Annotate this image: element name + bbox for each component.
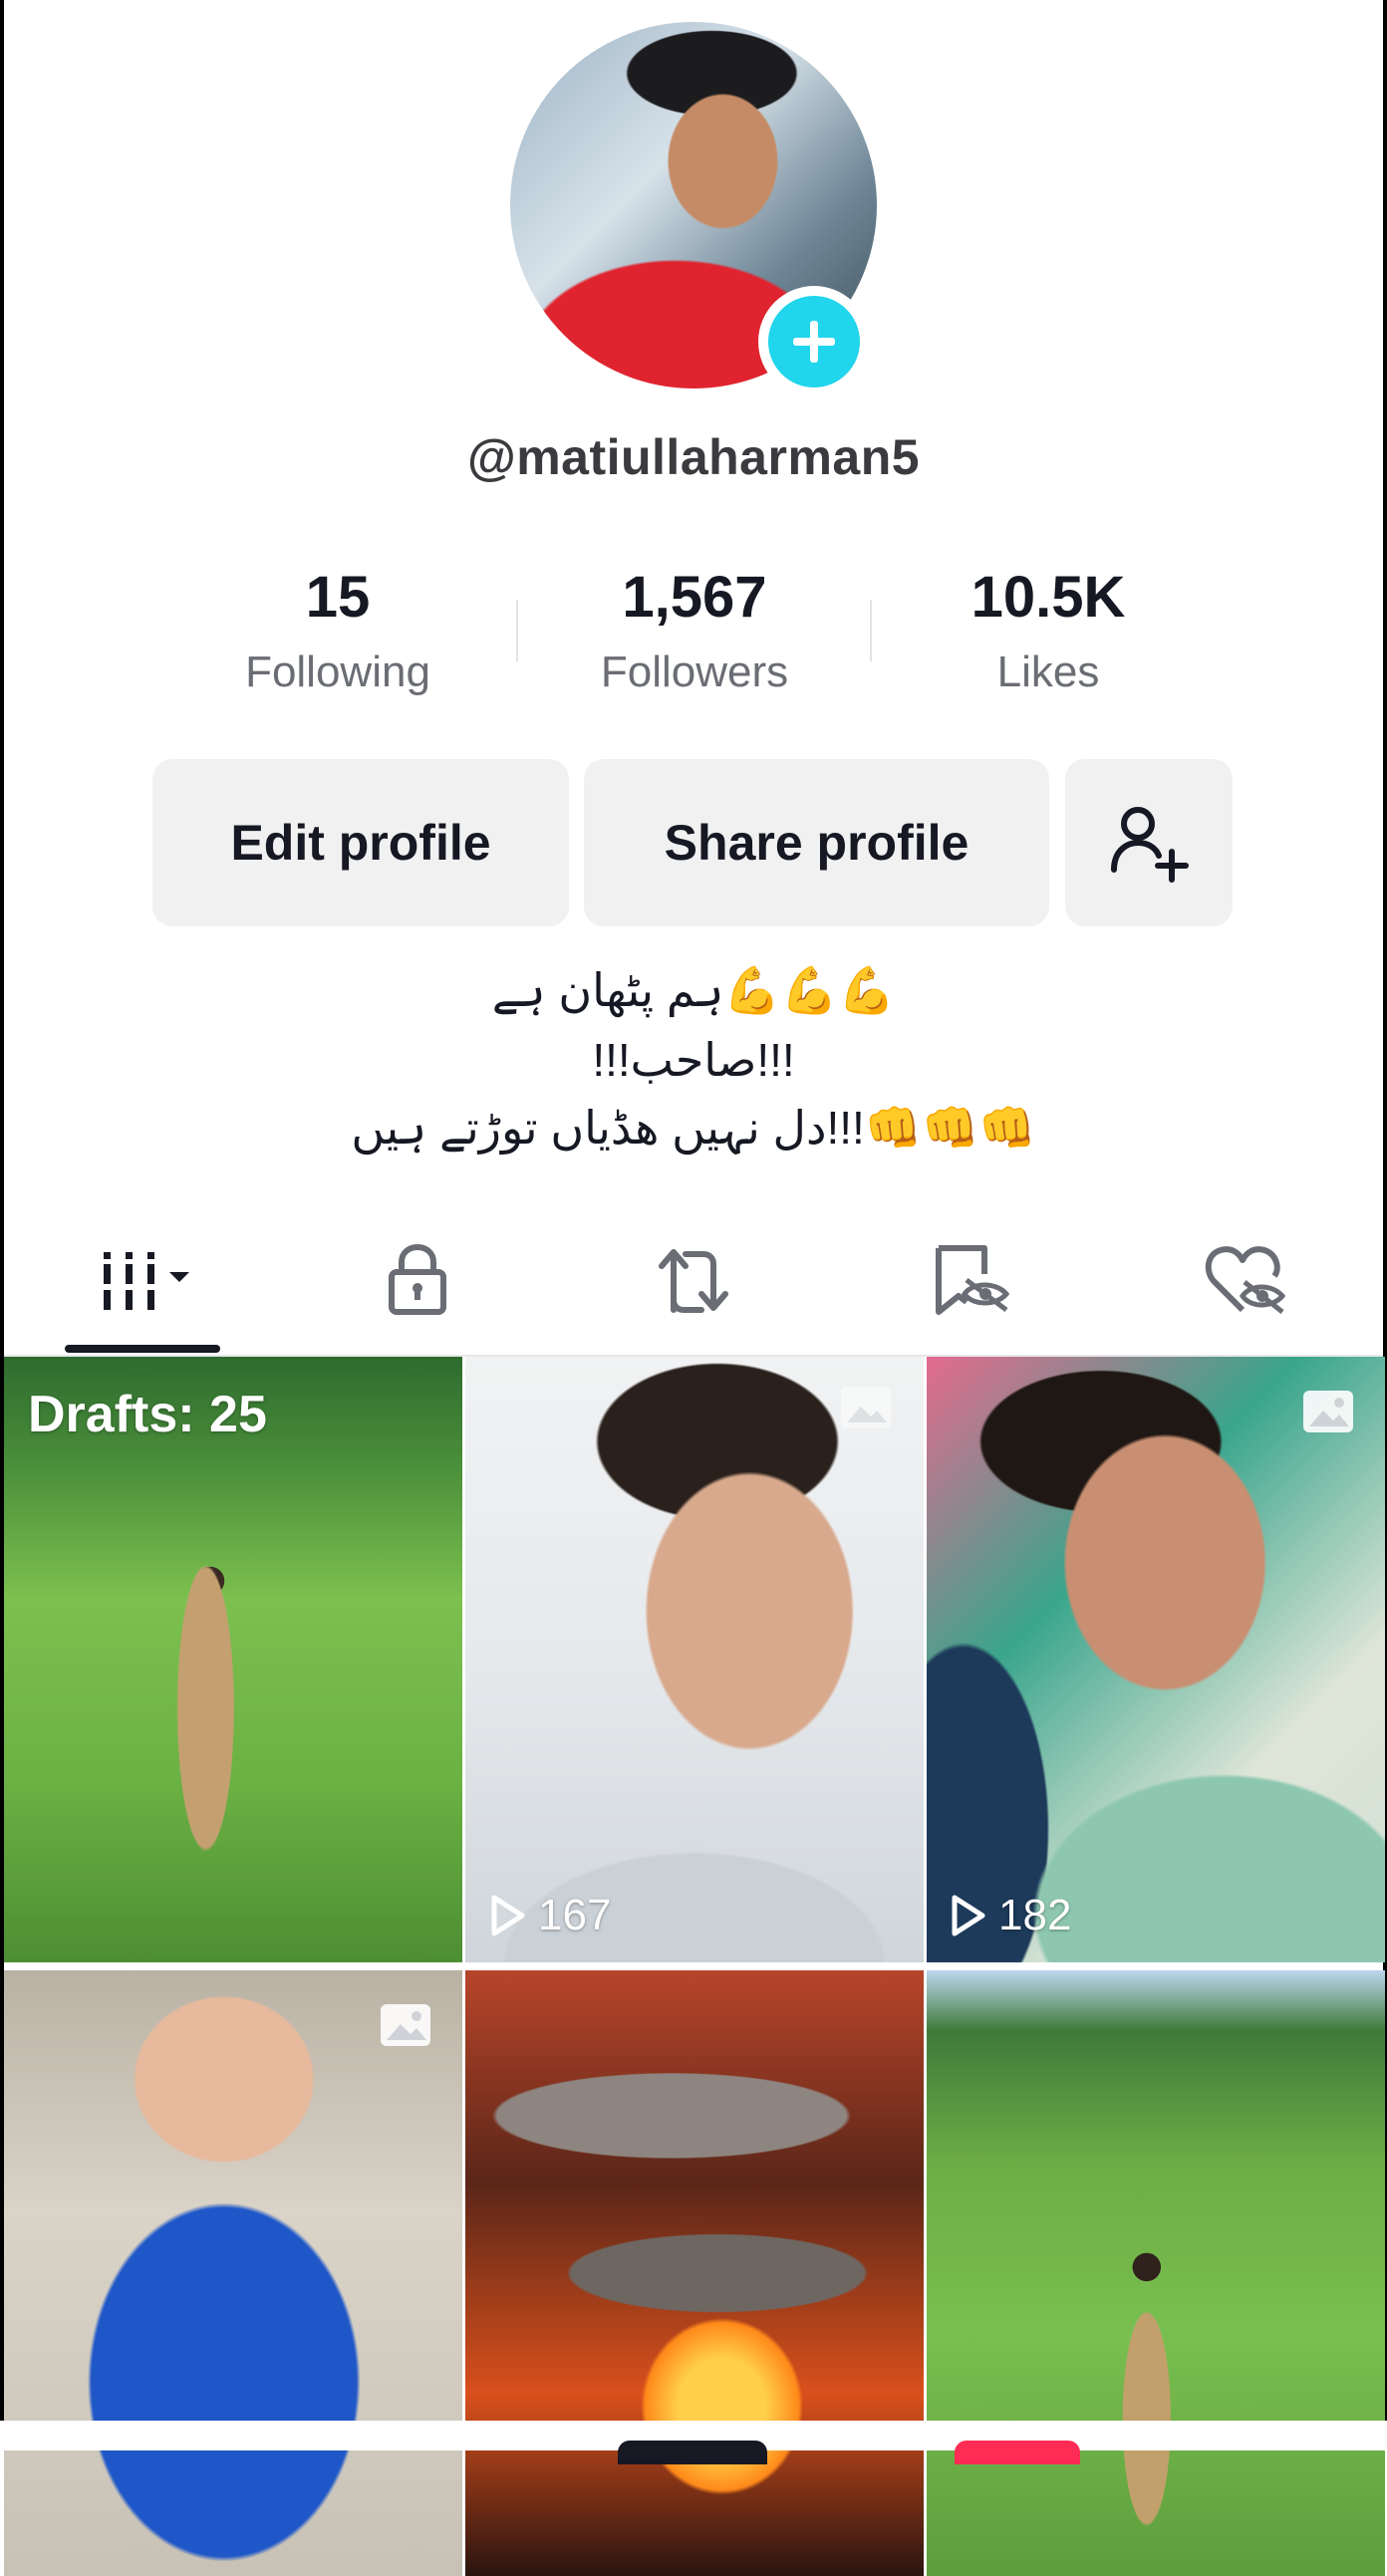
tab-reposts[interactable] <box>634 1235 753 1325</box>
photo-icon <box>841 1387 891 1428</box>
username: @matiullaharman5 <box>466 429 921 485</box>
play-icon <box>491 1895 525 1936</box>
stat-likes[interactable]: 10.5K Likes <box>919 558 1178 707</box>
view-count-value: 182 <box>998 1891 1072 1939</box>
stat-following[interactable]: 15 Following <box>208 558 467 707</box>
edit-profile-button[interactable]: Edit profile <box>152 759 569 926</box>
create-button[interactable] <box>618 2441 767 2464</box>
repost-icon <box>659 1249 728 1313</box>
photo-icon <box>1303 1391 1353 1432</box>
lock-icon <box>389 1243 446 1315</box>
stat-label: Likes <box>996 647 1100 696</box>
view-count-value: 167 <box>538 1891 612 1939</box>
share-profile-button[interactable]: Share profile <box>584 759 1049 926</box>
bio-line: 💪💪💪ہم پٹھان ہے <box>491 964 896 1016</box>
divider <box>870 600 872 661</box>
video-tile[interactable] <box>465 1357 924 1962</box>
drafts-label: Drafts: 25 <box>28 1386 267 1443</box>
tab-videos[interactable] <box>84 1235 203 1325</box>
bio-line: 👊👊👊!!!دل نہیں ھڈیاں توڑتے ہیں <box>351 1102 1036 1154</box>
stat-value: 15 <box>305 565 371 630</box>
active-tab-indicator <box>65 1345 220 1353</box>
stat-value: 10.5K <box>971 565 1126 630</box>
video-tile[interactable] <box>465 1970 924 2576</box>
bookmark-hidden-icon <box>936 1245 1010 1315</box>
tab-liked[interactable] <box>1186 1235 1305 1325</box>
stat-label: Following <box>245 647 430 696</box>
tab-private[interactable] <box>358 1235 477 1325</box>
divider <box>516 600 518 661</box>
heart-hidden-icon <box>1205 1246 1286 1314</box>
video-tile[interactable] <box>927 1970 1385 2576</box>
stat-followers[interactable]: 1,567 Followers <box>565 558 824 707</box>
add-user-icon <box>1111 807 1189 883</box>
photo-icon <box>381 2004 430 2046</box>
bio-line: !!!صاحب!!! <box>592 1034 795 1086</box>
plus-icon <box>768 296 860 387</box>
stat-label: Followers <box>600 647 789 696</box>
grid-icon <box>104 1252 189 1310</box>
tab-favorites[interactable] <box>910 1235 1029 1325</box>
view-count: 167 <box>488 1891 611 1940</box>
add-friend-button[interactable] <box>1065 759 1233 926</box>
drafts-tile[interactable] <box>4 1357 462 1962</box>
view-count: 182 <box>949 1891 1071 1940</box>
inbox-badge[interactable] <box>955 2441 1080 2464</box>
video-tile[interactable] <box>927 1357 1385 1962</box>
stat-value: 1,567 <box>622 565 767 630</box>
video-tile[interactable] <box>4 1970 462 2576</box>
add-avatar-button[interactable] <box>758 286 870 397</box>
play-icon <box>952 1895 985 1936</box>
